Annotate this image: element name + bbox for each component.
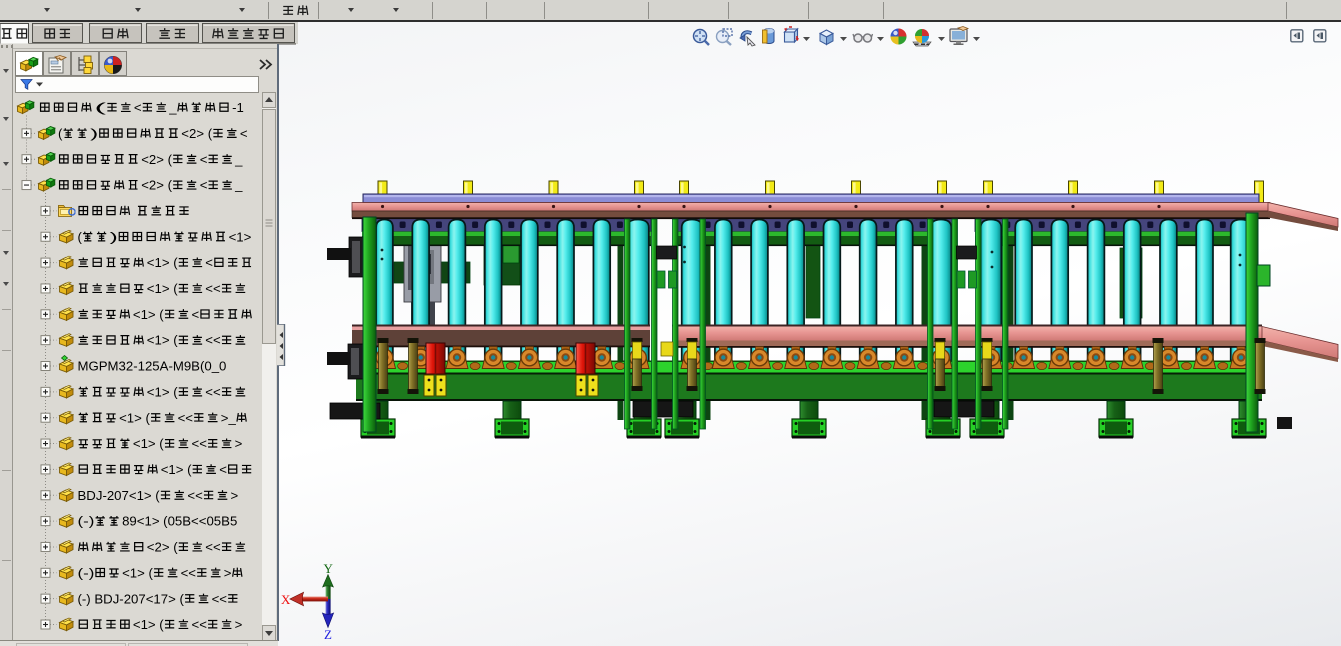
svg-text:<2> (: <2> ( bbox=[147, 540, 178, 555]
svg-text:<2> (: <2> ( bbox=[141, 152, 172, 167]
svg-text:<1> (: <1> ( bbox=[122, 565, 153, 580]
svg-text:<<: << bbox=[205, 385, 221, 400]
svg-text:<1> (: <1> ( bbox=[147, 333, 178, 348]
svg-text:>: > bbox=[235, 436, 243, 451]
svg-text:<1> (: <1> ( bbox=[133, 307, 164, 322]
svg-text:<<: << bbox=[192, 436, 208, 451]
svg-text:(: ( bbox=[58, 126, 63, 141]
svg-text:<1>: <1> bbox=[229, 229, 252, 244]
svg-text:(: ( bbox=[94, 100, 107, 115]
svg-text:(-) BDJ-207<17> (: (-) BDJ-207<17> ( bbox=[78, 591, 185, 606]
svg-text:_: _ bbox=[234, 178, 243, 193]
svg-text:<1> (: <1> ( bbox=[147, 385, 178, 400]
svg-text:<1> (: <1> ( bbox=[147, 281, 178, 296]
svg-text:<<: << bbox=[212, 591, 228, 606]
svg-text:_: _ bbox=[234, 152, 243, 167]
svg-text:>_: >_ bbox=[221, 410, 237, 425]
svg-text:(-): (-) bbox=[78, 565, 95, 580]
svg-text:<<: << bbox=[205, 333, 221, 348]
svg-text:<2> (: <2> ( bbox=[141, 178, 172, 193]
svg-text:<: < bbox=[200, 152, 208, 167]
svg-text:<<: << bbox=[192, 617, 208, 632]
svg-text:<1> (: <1> ( bbox=[133, 436, 164, 451]
svg-text:<<: << bbox=[181, 565, 197, 580]
svg-text:89<1> (05B<<05B5: 89<1> (05B<<05B5 bbox=[122, 514, 237, 529]
svg-text:Z: Z bbox=[324, 627, 332, 642]
svg-text:(-): (-) bbox=[78, 514, 95, 529]
svg-text:<<: << bbox=[187, 488, 203, 503]
svg-text:<1> (: <1> ( bbox=[161, 462, 192, 477]
svg-text:>: > bbox=[224, 565, 232, 580]
svg-text:<<: << bbox=[205, 281, 221, 296]
svg-text:): ) bbox=[90, 126, 98, 141]
svg-text:<<: << bbox=[205, 540, 221, 555]
svg-text:<: < bbox=[240, 126, 248, 141]
svg-text:<: < bbox=[219, 462, 227, 477]
svg-text:<<: << bbox=[178, 410, 194, 425]
svg-text:>: > bbox=[235, 617, 243, 632]
svg-text:_: _ bbox=[168, 100, 177, 115]
svg-text:X: X bbox=[281, 592, 291, 607]
svg-text:(: ( bbox=[78, 229, 83, 244]
svg-text:<1> (: <1> ( bbox=[147, 255, 178, 270]
svg-text:MGPM32-125A-M9B(0_0: MGPM32-125A-M9B(0_0 bbox=[78, 359, 227, 374]
svg-text:-1: -1 bbox=[232, 100, 244, 115]
svg-text:<: < bbox=[200, 178, 208, 193]
svg-text:<: < bbox=[134, 100, 142, 115]
svg-text:<: < bbox=[205, 255, 213, 270]
svg-text:<1> (: <1> ( bbox=[133, 617, 164, 632]
svg-text:>: > bbox=[231, 488, 239, 503]
svg-text:<: < bbox=[192, 307, 200, 322]
svg-text:Y: Y bbox=[324, 561, 334, 576]
svg-text:): ) bbox=[110, 229, 118, 244]
svg-text:<2> (: <2> ( bbox=[181, 126, 212, 141]
svg-text:<1> (: <1> ( bbox=[119, 410, 150, 425]
svg-text:BDJ-207<1> (: BDJ-207<1> ( bbox=[78, 488, 161, 503]
